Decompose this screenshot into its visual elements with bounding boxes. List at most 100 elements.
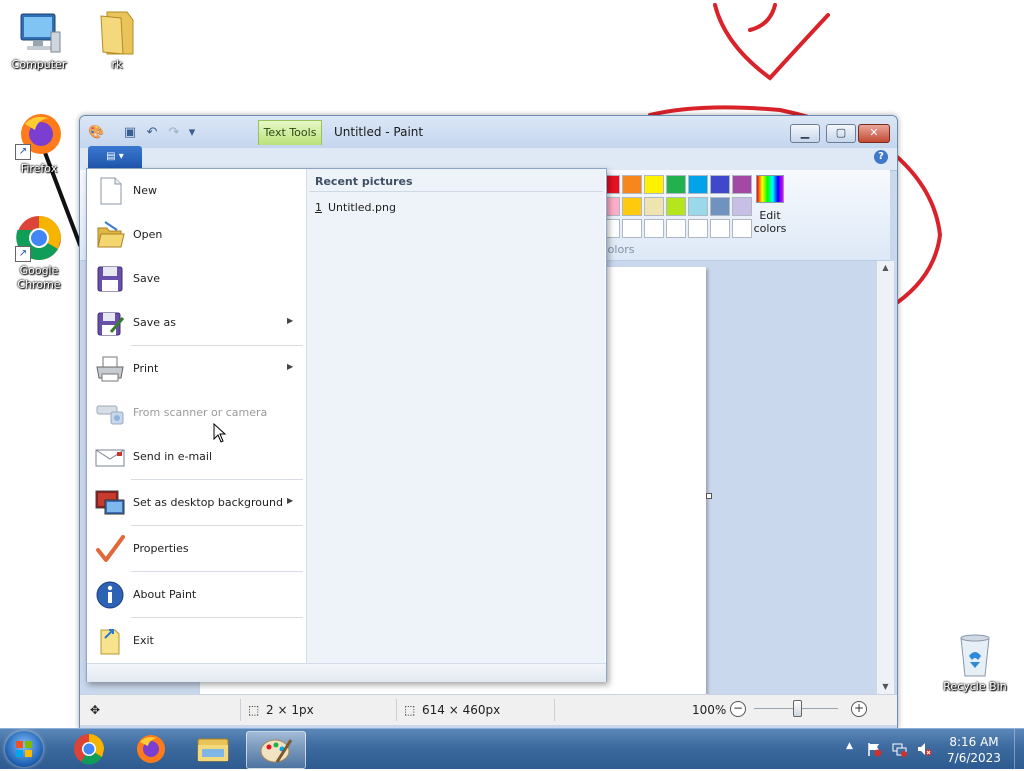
taskbar-firefox[interactable] [122,731,180,767]
quick-save-icon[interactable]: ▣ [122,125,138,141]
scroll-up-icon[interactable]: ▲ [877,261,894,275]
chrome-icon [74,734,104,765]
taskbar-chrome[interactable] [60,731,118,767]
color-swatch[interactable] [710,175,730,194]
menu-item-label: Print [133,362,159,375]
color-swatch[interactable] [644,175,664,194]
computer-icon [20,13,61,53]
file-menu-button[interactable]: ▤ ▾ [88,146,142,168]
zoom-out-button[interactable]: − [730,701,746,717]
status-divider [554,699,555,721]
menu-item-set-as-desktop-background[interactable]: Set as desktop background ▶ [87,481,305,525]
file-menu-commands: New Open Save Save as ▶ Print ▶ From scanner or… [87,169,305,663]
close-button[interactable]: ✕ [858,124,890,143]
show-hidden-icons-button[interactable]: ▲ [846,741,853,751]
menu-item-label: New [133,184,157,197]
paint-app-icon[interactable]: 🎨 [88,125,104,141]
zoom-slider-thumb[interactable] [793,700,802,717]
minimize-button[interactable]: ▁ [790,124,820,143]
status-bar: ✥ ⬚ 2 × 1px ⬚ 614 × 460px 100% − + [80,694,897,725]
paint-icon [260,739,293,763]
printer-icon [95,354,125,384]
menu-item-send-in-e-mail[interactable]: Send in e-mail [87,435,305,479]
color-swatch[interactable] [622,175,642,194]
color-swatch[interactable] [622,219,642,238]
color-swatch[interactable] [666,175,686,194]
submenu-arrow-icon: ▶ [287,362,294,371]
customize-quick-access-icon[interactable]: ▾ [184,125,200,141]
menu-item-label: Send in e-mail [133,450,213,463]
system-clock[interactable]: 8:16 AM 7/6/2023 [938,734,1010,766]
vertical-scrollbar[interactable]: ▲ ▼ [876,261,894,694]
start-button[interactable] [5,731,43,767]
mouse-cursor-icon [213,423,227,443]
help-icon[interactable]: ? [874,150,888,164]
desktop-icon-google-chrome[interactable]: ↗ Google Chrome [4,214,74,292]
volume-muted-icon[interactable] [916,741,932,757]
desktop-icon-rk-folder[interactable]: rk [82,8,152,72]
text-tools-contextual-tab[interactable]: Text Tools [258,120,322,145]
network-icon[interactable] [891,741,907,757]
desktop-icon-computer[interactable]: Computer [4,8,74,72]
canvas-resize-handle[interactable] [706,493,712,499]
menu-item-open[interactable]: Open [87,213,305,257]
taskbar: ▲ 8:16 AM 7/6/2023 [0,728,1024,769]
scroll-down-icon[interactable]: ▼ [877,680,894,694]
menu-item-save[interactable]: Save [87,257,305,301]
color-swatch[interactable] [644,197,664,216]
menu-separator [131,345,303,346]
file-menu-footer [87,663,606,682]
edit-colors-label: Edit colors [753,209,787,235]
recent-pictures-title: Recent pictures [315,175,413,188]
color-swatch[interactable] [732,175,752,194]
shortcut-arrow-icon: ↗ [15,144,31,160]
recent-picture-item[interactable]: 1 Untitled.png [315,201,396,214]
show-desktop-button[interactable] [1014,729,1024,769]
title-bar[interactable]: 🎨 ▣ ↶ ↷ ▾ Text Tools Untitled - Paint ▁ … [80,116,897,148]
desktop-icon-label: Computer [11,58,67,71]
taskbar-file-explorer[interactable] [184,731,242,767]
color-swatch[interactable] [710,219,730,238]
menu-item-from-scanner-or-camera[interactable]: From scanner or camera [87,391,305,435]
save-as-icon [95,308,125,338]
desktop-icon-label: Google Chrome [17,264,61,291]
shortcut-arrow-icon: ↗ [15,246,31,262]
edit-colors-button[interactable]: Edit colors [750,175,790,235]
file-menu: New Open Save Save as ▶ Print ▶ From scanner or… [86,168,607,682]
taskbar-paint[interactable] [246,731,306,769]
action-center-flag-icon[interactable] [866,741,882,757]
color-swatch[interactable] [710,197,730,216]
menu-item-exit[interactable]: Exit [87,619,305,663]
color-swatch[interactable] [688,219,708,238]
color-swatch[interactable] [688,197,708,216]
recycle-bin-icon [960,634,990,677]
menu-item-print[interactable]: Print ▶ [87,347,305,391]
status-divider [240,699,241,721]
menu-item-label: Save as [133,316,176,329]
desktop-icon-label: rk [111,58,123,71]
color-swatch[interactable] [666,197,686,216]
color-swatch[interactable] [732,197,752,216]
color-swatch[interactable] [688,175,708,194]
desktop-icon-recycle-bin[interactable]: Recycle Bin [940,630,1010,694]
maximize-button[interactable]: ▢ [826,124,856,143]
desktop-background-icon [95,488,125,518]
status-divider [396,699,397,721]
menu-item-about-paint[interactable]: About Paint [87,573,305,617]
email-icon [95,442,125,472]
zoom-in-button[interactable]: + [851,701,867,717]
selection-size-icon: ⬚ [248,703,260,717]
menu-item-properties[interactable]: Properties [87,527,305,571]
color-swatch[interactable] [622,197,642,216]
menu-item-label: Properties [133,542,189,555]
menu-item-save-as[interactable]: Save as ▶ [87,301,305,345]
color-swatch[interactable] [644,219,664,238]
color-swatch[interactable] [666,219,686,238]
color-swatch[interactable] [732,219,752,238]
undo-icon[interactable]: ↶ [144,125,160,141]
firefox-icon [137,735,165,763]
folder-icon [100,11,134,55]
desktop-icon-firefox[interactable]: ↗ Firefox [4,112,74,176]
menu-item-new[interactable]: New [87,169,305,213]
redo-icon[interactable]: ↷ [166,125,182,141]
